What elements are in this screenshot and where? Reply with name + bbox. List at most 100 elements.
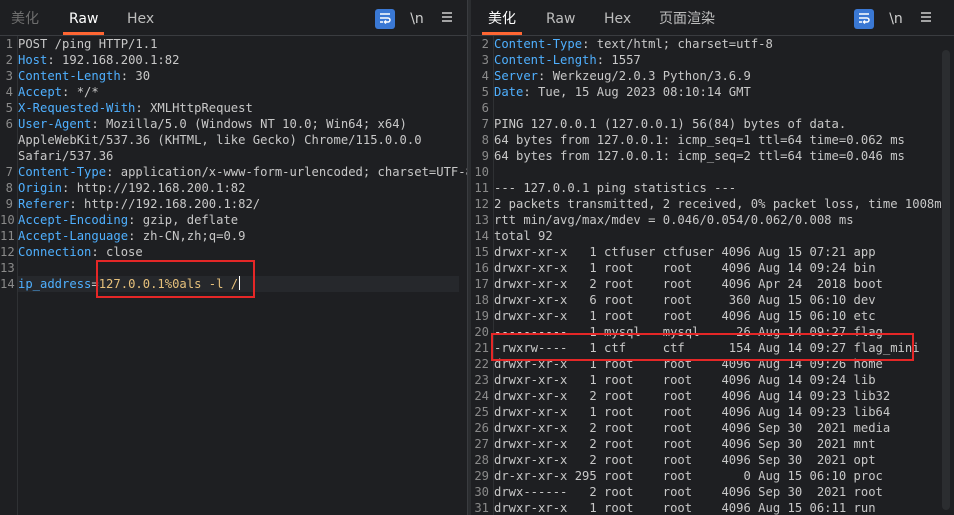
vertical-scrollbar[interactable] [942,50,950,510]
line-content: AppleWebKit/537.36 (KHTML, like Gecko) C… [18,132,422,148]
code-line: 4 Accept: */* [0,84,467,100]
code-line: 9 Referer: http://192.168.200.1:82/ [0,196,467,212]
line-text: drwxr-xr-x 6 root root 360 Aug 15 06:10 … [494,293,876,307]
line-number: 14 [474,229,489,243]
line-number: 12 [474,197,489,211]
line-text: Safari/537.36 [18,149,114,163]
line-text: dr-xr-xr-x 295 root root 0 Aug 15 06:10 … [494,469,883,483]
line-content: drwxr-xr-x 2 root root 4096 Sep 30 2021 … [494,436,876,452]
newline-toggle[interactable]: \n [407,9,427,29]
line-text: AppleWebKit/537.36 (KHTML, like Gecko) C… [18,133,422,147]
line-number: 13 [0,261,15,275]
line-number: 4 [481,69,489,83]
code-line: 29 dr-xr-xr-x 295 root root 0 Aug 15 06:1… [471,468,954,484]
tab-pretty[interactable]: 美化 [482,0,522,35]
word-wrap-button[interactable] [854,9,874,29]
header-name: Accept-Language [18,229,129,243]
header-value: : text/html; charset=utf-8 [582,37,773,51]
tab-pretty[interactable]: 美化 [11,0,39,35]
header-value: : Werkzeug/2.0.3 Python/3.6.9 [538,69,751,83]
line-text: drwxr-xr-x 2 root root 4096 Sep 30 2021 … [494,437,876,451]
line-number: 24 [474,389,489,403]
header-value: : http://192.168.200.1:82/ [69,197,261,211]
code-line: 10 [471,164,954,180]
line-number: 16 [474,261,489,275]
line-number: 6 [5,117,13,131]
line-text: 64 bytes from 127.0.0.1: icmp_seq=1 ttl=… [494,133,905,147]
header-name: Connection [18,245,92,259]
line-number: 30 [474,485,489,499]
line-number: 7 [5,165,13,179]
header-name: X-Requested-With [18,101,136,115]
header-name: Accept [18,85,63,99]
header-name: Accept-Encoding [18,213,129,227]
line-number: 10 [0,213,15,227]
code-line: 19 drwxr-xr-x 1 root root 4096 Aug 15 06:… [471,308,954,324]
code-line: 3 Content-Length: 30 [0,68,467,84]
response-editor[interactable]: 2 Content-Type: text/html; charset=utf-8 3… [471,36,954,515]
header-name: ip_address [18,277,92,291]
line-number: 3 [481,53,489,67]
line-number: 13 [474,213,489,227]
line-text: drwxr-xr-x 2 root root 4096 Sep 30 2021 … [494,453,876,467]
hamburger-icon[interactable] [918,9,934,29]
line-number: 23 [474,373,489,387]
line-number: 27 [474,437,489,451]
header-name: Referer [18,197,70,211]
tab-hex[interactable]: Hex [127,0,154,35]
code-line: 23 drwxr-xr-x 1 root root 4096 Aug 14 09:… [471,372,954,388]
code-line: 10 Accept-Encoding: gzip, deflate [0,212,467,228]
header-value: : 1557 [596,53,641,67]
line-text: drwxr-xr-x 1 root root 4096 Aug 15 06:11… [494,501,876,515]
line-content: Origin: http://192.168.200.1:82 [18,180,245,196]
header-name: Server [494,69,539,83]
line-text: POST /ping HTTP/1.1 [18,37,158,51]
tab-hex[interactable]: Hex [604,0,631,35]
line-content: Content-Length: 30 [18,68,150,84]
code-line: 7 Content-Type: application/x-www-form-ur… [0,164,467,180]
response-tab-bar: 美化 Raw Hex 页面渲染 \n [471,0,954,36]
header-value: : Mozilla/5.0 (Windows NT 10.0; Win64; x… [91,117,407,131]
code-line: 4 Server: Werkzeug/2.0.3 Python/3.6.9 [471,68,954,84]
line-text: drwx------ 2 root root 4096 Sep 30 2021 … [494,485,883,499]
line-content: Safari/537.36 [18,148,113,164]
hamburger-icon[interactable] [439,9,455,29]
word-wrap-button[interactable] [375,9,395,29]
code-line: 8 64 bytes from 127.0.0.1: icmp_seq=1 ttl… [471,132,954,148]
line-text: --- 127.0.0.1 ping statistics --- [494,181,737,195]
line-number: 8 [481,133,489,147]
line-content: dr-xr-xr-x 295 root root 0 Aug 15 06:10 … [494,468,883,484]
line-text: drwxr-xr-x 1 root root 4096 Aug 15 06:10… [494,309,876,323]
code-line: 6 [471,100,954,116]
line-text: total 92 [494,229,553,243]
newline-toggle[interactable]: \n [886,9,906,29]
header-value: : Tue, 15 Aug 2023 08:10:14 GMT [523,85,751,99]
code-line: 27 drwxr-xr-x 2 root root 4096 Sep 30 202… [471,436,954,452]
header-name: Origin [18,181,63,195]
tab-raw[interactable]: Raw [62,0,106,35]
line-content: Accept-Language: zh-CN,zh;q=0.9 [18,228,245,244]
line-content: --- 127.0.0.1 ping statistics --- [494,180,736,196]
line-text: drwxr-xr-x 2 root root 4096 Sep 30 2021 … [494,421,891,435]
line-number: 10 [474,165,489,179]
header-name: Host [18,53,48,67]
wrap-icon [854,11,874,25]
line-number: 19 [474,309,489,323]
line-content: drwxr-xr-x 1 root root 4096 Aug 14 09:24… [494,372,876,388]
line-content: POST /ping HTTP/1.1 [18,36,157,52]
line-content: drwxr-xr-x 2 root root 4096 Sep 30 2021 … [494,420,890,436]
line-content: Date: Tue, 15 Aug 2023 08:10:14 GMT [494,84,751,100]
tab-render[interactable]: 页面渲染 [659,0,715,35]
line-content: PING 127.0.0.1 (127.0.0.1) 56(84) bytes … [494,116,846,132]
line-number: 2 [5,53,13,67]
line-content: Referer: http://192.168.200.1:82/ [18,196,260,212]
line-number: 2 [481,37,489,51]
code-line: 7 PING 127.0.0.1 (127.0.0.1) 56(84) bytes… [471,116,954,132]
line-content: drwxr-xr-x 1 ctfuser ctfuser 4096 Aug 15… [494,244,876,260]
header-name: Date [494,85,524,99]
header-value: : zh-CN,zh;q=0.9 [128,229,246,243]
line-content: Host: 192.168.200.1:82 [18,52,179,68]
line-number: 6 [481,101,489,115]
tab-raw[interactable]: Raw [546,0,575,35]
code-line: AppleWebKit/537.36 (KHTML, like Gecko) C… [0,132,467,148]
